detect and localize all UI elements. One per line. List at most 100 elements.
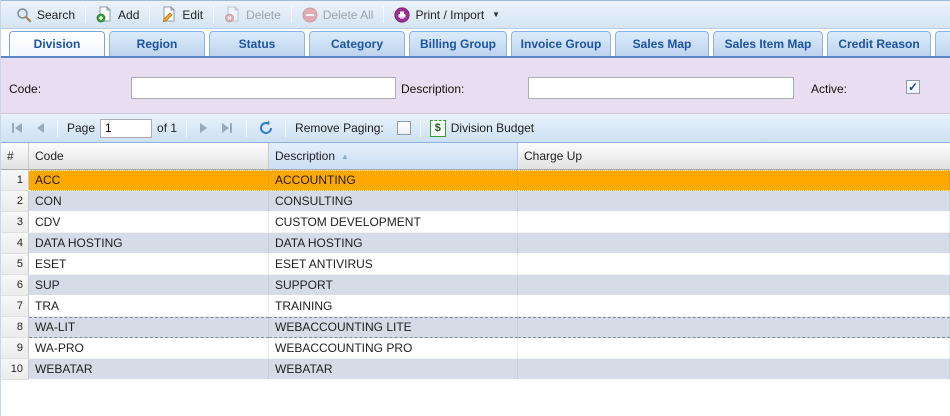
print-import-icon [394,7,410,23]
code-label: Code: [9,82,41,96]
delete-all-button-label: Delete All [323,8,374,22]
tab-status[interactable]: Status [209,31,305,56]
chevron-down-icon: ▼ [492,10,500,19]
print-import-button[interactable]: Print / Import ▼ [387,5,507,25]
code-input[interactable] [131,77,396,99]
description-cell: SUPPORT [269,275,518,296]
column-header-description[interactable]: Description ▲ [269,143,518,169]
code-cell: TRA [29,296,269,317]
tab-sales-item-map[interactable]: Sales Item Map [713,31,823,56]
column-header-description-label: Description [275,149,335,163]
active-checkbox[interactable] [906,80,920,94]
description-label: Description: [401,82,464,96]
charge-up-cell [518,275,950,296]
table-row[interactable]: 5 ESET ESET ANTIVIRUS [1,254,950,275]
code-cell: CON [29,191,269,212]
tab-label: Division [34,37,81,51]
tab-sh[interactable]: Sh [935,31,950,56]
search-button-label: Search [37,8,75,22]
table-row[interactable]: 7 TRA TRAINING [1,296,950,317]
description-input[interactable] [528,77,794,99]
delete-button[interactable]: Delete [217,4,288,25]
page-label: Page [67,121,95,135]
charge-up-cell [518,338,950,359]
pager-separator [285,120,286,137]
table-row[interactable]: 6 SUP SUPPORT [1,275,950,296]
code-cell: WEBATAR [29,359,269,380]
charge-up-cell [518,296,950,317]
tab-division[interactable]: Division [9,31,105,56]
description-cell: WEBACCOUNTING PRO [269,338,518,359]
table-row[interactable]: 2 CON CONSULTING [1,191,950,212]
page-of-label: of 1 [157,121,177,135]
code-cell: WA-PRO [29,338,269,359]
table-row[interactable]: 1 ACC ACCOUNTING [1,170,950,191]
description-cell: CUSTOM DEVELOPMENT [269,212,518,233]
first-page-button[interactable] [7,121,27,135]
description-cell: DATA HOSTING [269,233,518,254]
division-budget-icon: $ [430,120,446,137]
table-row[interactable]: 9 WA-PRO WEBACCOUNTING PRO [1,338,950,359]
add-button-label: Add [118,8,139,22]
charge-up-cell [518,212,950,233]
table-row[interactable]: 10 WEBATAR WEBATAR [1,359,950,380]
tab-label: Credit Reason [838,37,919,51]
add-button[interactable]: Add [89,4,146,25]
pager-separator [246,120,247,137]
delete-all-button[interactable]: Delete All [295,5,381,25]
next-page-button[interactable] [196,121,212,135]
column-header-charge-up[interactable]: Charge Up [518,143,950,169]
tab-category[interactable]: Category [309,31,405,56]
tab-sales-map[interactable]: Sales Map [615,31,709,56]
tab-label: Billing Group [420,37,496,51]
tab-region[interactable]: Region [109,31,205,56]
toolbar-separator [149,6,150,23]
edit-button[interactable]: Edit [153,4,210,25]
row-number-cell: 6 [1,275,29,296]
pager-separator [57,120,58,137]
code-cell: DATA HOSTING [29,233,269,254]
division-budget-button[interactable]: Division Budget [451,121,534,135]
column-header-code[interactable]: Code [29,143,269,169]
row-number-cell: 4 [1,233,29,254]
table-row[interactable]: 4 DATA HOSTING DATA HOSTING [1,233,950,254]
description-cell: TRAINING [269,296,518,317]
pager-bar: Page of 1 Remove Paging: $ Division Budg… [1,114,950,143]
column-header-number[interactable]: # [1,143,29,169]
delete-icon [224,6,241,23]
last-page-button[interactable] [217,121,237,135]
tab-credit-reason[interactable]: Credit Reason [827,31,931,56]
remove-paging-checkbox[interactable] [397,121,411,135]
tab-billing-group[interactable]: Billing Group [409,31,507,56]
row-number-cell: 7 [1,296,29,317]
add-icon [96,6,113,23]
tab-strip: Division Region StatusCategory Billing Grou… [1,29,950,58]
code-cell: ESET [29,254,269,275]
description-cell: WEBACCOUNTING LITE [269,317,518,338]
filter-panel: Code: Description: Active: [1,58,950,114]
row-number-cell: 2 [1,191,29,212]
row-number-cell: 10 [1,359,29,380]
row-number-cell: 8 [1,317,29,338]
tab-invoice-group[interactable]: Invoice Group [511,31,611,56]
toolbar: Search Add Edit [1,0,950,29]
tab-label: Region [137,37,178,51]
search-button[interactable]: Search [9,5,82,25]
previous-page-button[interactable] [32,121,48,135]
tab-label: Sales Item Map [725,37,812,51]
row-number-cell: 3 [1,212,29,233]
charge-up-cell [518,170,950,191]
row-number-cell: 5 [1,254,29,275]
code-cell: ACC [29,170,269,191]
page-number-input[interactable] [100,119,152,138]
print-import-button-label: Print / Import [415,8,484,22]
table-row[interactable]: 8 WA-LIT WEBACCOUNTING LITE [1,317,950,338]
code-cell: WA-LIT [29,317,269,338]
refresh-icon[interactable] [256,120,276,136]
toolbar-separator [213,6,214,23]
table-row[interactable]: 3 CDV CUSTOM DEVELOPMENT [1,212,950,233]
charge-up-cell [518,359,950,380]
description-cell: ACCOUNTING [269,170,518,191]
toolbar-separator [85,6,86,23]
pager-separator [420,120,421,137]
